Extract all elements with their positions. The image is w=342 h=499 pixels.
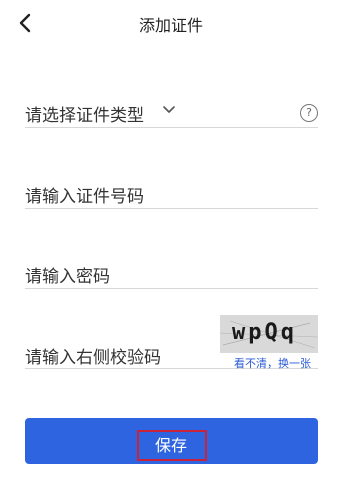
page-title: 添加证件 xyxy=(138,16,203,35)
cert-number-placeholder: 请输入证件号码 xyxy=(25,187,144,207)
captcha-text: wpQq xyxy=(232,320,297,345)
refresh-captcha-link[interactable]: 看不清，换一张 xyxy=(234,355,311,371)
password-input[interactable]: 请输入密码 xyxy=(25,256,318,289)
cert-type-placeholder: 请选择证件类型 xyxy=(25,106,144,126)
cert-type-select[interactable]: 请选择证件类型 ? xyxy=(25,95,318,128)
highlight-box xyxy=(137,430,207,461)
chevron-down-icon xyxy=(163,106,175,113)
header: 添加证件 xyxy=(0,0,342,44)
question-circle-icon[interactable]: ? xyxy=(300,104,318,122)
captcha-image[interactable]: wpQq xyxy=(220,315,318,353)
password-placeholder: 请输入密码 xyxy=(25,267,110,287)
captcha-placeholder: 请输入右侧校验码 xyxy=(25,348,161,368)
cert-number-input[interactable]: 请输入证件号码 xyxy=(25,176,318,209)
